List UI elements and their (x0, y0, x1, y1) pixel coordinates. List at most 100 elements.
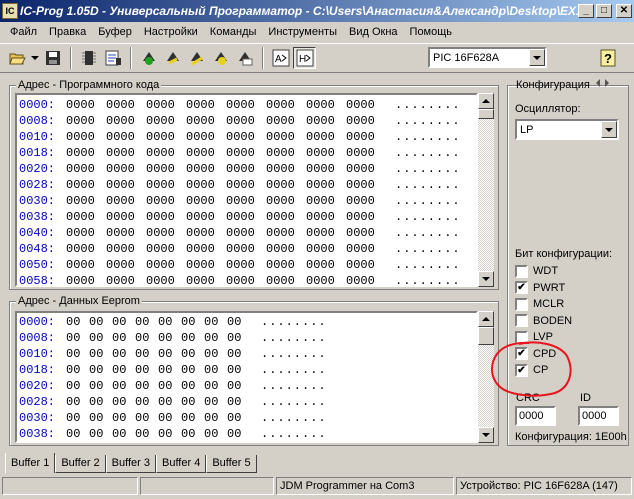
hex-cell[interactable]: 00 (135, 378, 158, 394)
hex-cell[interactable]: 00 (158, 314, 181, 330)
hex-cell[interactable]: 0000 (186, 257, 226, 273)
hex-cell[interactable]: 0000 (146, 273, 186, 285)
menu-tools[interactable]: Инструменты (262, 26, 343, 38)
hex-cell[interactable]: 0000 (306, 161, 346, 177)
hex-cell[interactable]: 0000 (146, 113, 186, 129)
hex-cell[interactable]: 00 (158, 362, 181, 378)
hex-cell[interactable]: 00 (135, 362, 158, 378)
config-bit-wdt[interactable]: WDT (515, 264, 558, 278)
hex-cell[interactable]: 0000 (266, 257, 306, 273)
hex-cell[interactable]: 0000 (346, 193, 386, 209)
hex-cell[interactable]: 00 (227, 362, 250, 378)
config-bit-pwrt[interactable]: ✔ PWRT (515, 281, 565, 295)
hex-cell[interactable]: 0000 (226, 113, 266, 129)
hex-cell[interactable]: 0000 (226, 209, 266, 225)
hex-cell[interactable]: 0000 (66, 177, 106, 193)
hex-cell[interactable]: 0000 (346, 209, 386, 225)
hex-cell[interactable]: 0000 (106, 129, 146, 145)
view-hex-icon[interactable]: H (293, 47, 316, 69)
program-memory-view[interactable]: 0000: 0000 0000 0000 0000 0000 0000 0000 0000...… (15, 93, 478, 287)
scroll-up-button[interactable] (478, 311, 494, 327)
hex-cell[interactable]: 00 (66, 394, 89, 410)
hex-cell[interactable]: 00 (135, 314, 158, 330)
checkbox[interactable] (515, 330, 528, 344)
hex-cell[interactable]: 00 (66, 330, 89, 346)
hex-cell[interactable]: 0000 (266, 273, 306, 285)
app-icon[interactable]: IC (2, 3, 18, 19)
hex-cell[interactable]: 0000 (146, 257, 186, 273)
scroll-thumb[interactable] (478, 327, 494, 345)
hex-cell[interactable]: 00 (66, 410, 89, 426)
hex-cell[interactable]: 0000 (186, 225, 226, 241)
hex-cell[interactable]: 00 (112, 426, 135, 441)
hex-cell[interactable]: 0000 (226, 273, 266, 285)
hex-cell[interactable]: 00 (158, 378, 181, 394)
hex-cell[interactable]: 0000 (266, 113, 306, 129)
hex-cell[interactable]: 00 (181, 410, 204, 426)
hex-cell[interactable]: 00 (112, 314, 135, 330)
hex-cell[interactable]: 0000 (146, 129, 186, 145)
hex-cell[interactable]: 0000 (106, 209, 146, 225)
menu-help[interactable]: Помощь (404, 26, 459, 38)
hex-cell[interactable]: 00 (66, 426, 89, 441)
hex-cell[interactable]: 0000 (186, 177, 226, 193)
eeprom-view[interactable]: 0000: 00 00 00 00 00 00 00 00........ 0008: 00 00 00… (15, 311, 478, 443)
checkbox[interactable]: ✔ (515, 363, 528, 377)
hex-cell[interactable]: 0000 (346, 145, 386, 161)
hex-cell[interactable]: 0000 (226, 145, 266, 161)
hex-cell[interactable]: 0000 (186, 209, 226, 225)
hex-cell[interactable]: 00 (204, 314, 227, 330)
tab-buffer-4[interactable]: Buffer 4 (155, 455, 207, 473)
chip-icon[interactable] (77, 47, 100, 69)
hex-cell[interactable]: 0000 (226, 177, 266, 193)
program-memory-scrollbar[interactable] (478, 93, 494, 287)
hex-cell[interactable]: 0000 (106, 225, 146, 241)
hex-cell[interactable]: 0000 (346, 113, 386, 129)
save-icon[interactable] (41, 47, 64, 69)
menu-commands[interactable]: Команды (204, 26, 263, 38)
hex-cell[interactable]: 00 (66, 378, 89, 394)
read-icon[interactable] (137, 47, 160, 69)
hex-cell[interactable]: 0000 (306, 177, 346, 193)
hex-cell[interactable]: 00 (112, 362, 135, 378)
chevron-right-icon[interactable] (605, 79, 609, 87)
hex-cell[interactable]: 00 (89, 394, 112, 410)
menu-buffer[interactable]: Буфер (92, 26, 138, 38)
hex-cell[interactable]: 00 (227, 330, 250, 346)
hex-cell[interactable]: 0000 (226, 257, 266, 273)
config-bit-cp[interactable]: ✔ CP (515, 363, 548, 377)
checkbox[interactable]: ✔ (515, 281, 528, 294)
open-dropdown-icon[interactable] (30, 47, 40, 69)
id-field[interactable]: 0000 (578, 406, 619, 426)
config-bit-lvp[interactable]: LVP (515, 330, 553, 344)
hex-cell[interactable]: 00 (135, 330, 158, 346)
hex-cell[interactable]: 00 (112, 394, 135, 410)
hex-cell[interactable]: 00 (204, 346, 227, 362)
hex-cell[interactable]: 00 (181, 346, 204, 362)
hex-cell[interactable]: 00 (66, 314, 89, 330)
hex-cell[interactable]: 0000 (146, 241, 186, 257)
close-button[interactable]: ✕ (616, 4, 632, 18)
hex-cell[interactable]: 0000 (266, 225, 306, 241)
hex-cell[interactable]: 00 (89, 346, 112, 362)
hex-cell[interactable]: 0000 (106, 97, 146, 113)
checkbox[interactable]: ✔ (515, 347, 528, 360)
hex-cell[interactable]: 0000 (266, 145, 306, 161)
chevron-down-icon[interactable] (529, 49, 545, 66)
hex-cell[interactable]: 00 (204, 330, 227, 346)
hex-cell[interactable]: 0000 (266, 177, 306, 193)
hex-cell[interactable]: 00 (158, 330, 181, 346)
hex-cell[interactable]: 0000 (266, 209, 306, 225)
hex-cell[interactable]: 0000 (186, 161, 226, 177)
hex-cell[interactable]: 0000 (306, 129, 346, 145)
hex-cell[interactable]: 0000 (306, 193, 346, 209)
hex-cell[interactable]: 0000 (66, 145, 106, 161)
scroll-down-button[interactable] (478, 271, 494, 287)
config-bit-cpd[interactable]: ✔ CPD (515, 347, 556, 361)
program-icon[interactable] (161, 47, 184, 69)
hex-cell[interactable]: 00 (227, 426, 250, 441)
hex-cell[interactable]: 00 (158, 426, 181, 441)
hex-cell[interactable]: 0000 (346, 97, 386, 113)
menu-file[interactable]: Файл (4, 26, 43, 38)
blank-check-icon[interactable] (233, 47, 256, 69)
